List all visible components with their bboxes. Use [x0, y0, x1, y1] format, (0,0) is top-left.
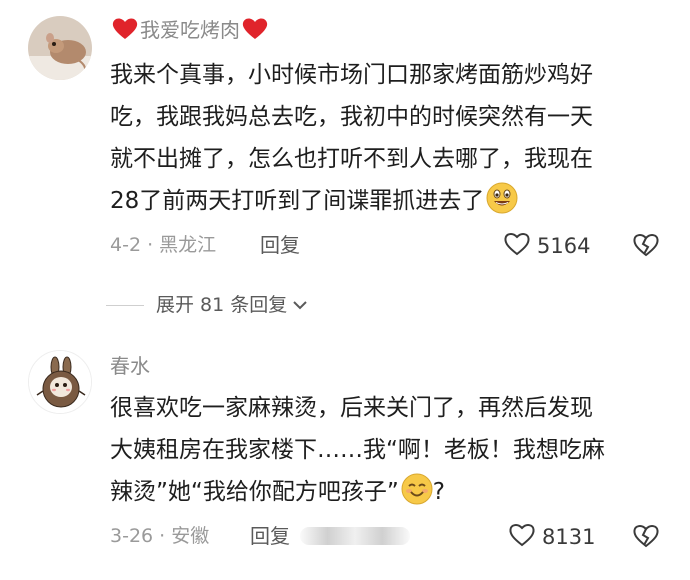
- content-line-last: 28了前两天打听到了间谍罪抓进去了: [110, 180, 593, 222]
- avatar-1[interactable]: [28, 16, 92, 80]
- like-count-2: 8131: [542, 525, 596, 549]
- chevron-down-icon: [291, 298, 309, 312]
- dislike-button-2[interactable]: [632, 523, 660, 553]
- comment-meta-2: 3-26 · 安徽: [110, 525, 210, 547]
- avatar-2[interactable]: [28, 350, 92, 414]
- heart-outline-icon: [508, 522, 536, 552]
- expand-replies-button[interactable]: 展开 81 条回复: [106, 292, 309, 318]
- dislike-button-1[interactable]: [632, 232, 660, 262]
- like-button-2[interactable]: 8131: [508, 522, 595, 552]
- expand-replies-label: 展开 81 条回复: [156, 294, 288, 316]
- username-1[interactable]: 我爱吃烤肉: [110, 16, 270, 48]
- reply-button-1[interactable]: 回复: [260, 232, 300, 258]
- username-2[interactable]: 春水: [110, 352, 150, 380]
- comment-content-1: 我来个真事，小时候市场门口那家烤面筋炒鸡好 吃，我跟我妈总去吃，我初中的时候突然…: [110, 54, 593, 222]
- watermark: [300, 527, 410, 545]
- comment-meta-1: 4-2 · 黑龙江: [110, 234, 217, 256]
- comment-content-2: 很喜欢吃一家麻辣烫，后来关门了，再然后发现 大姨租房在我家楼下……我“啊！老板！…: [110, 387, 605, 513]
- smiling-face-icon: [401, 473, 433, 519]
- content-line: 我来个真事，小时候市场门口那家烤面筋炒鸡好: [110, 62, 593, 88]
- like-button-1[interactable]: 5164: [503, 231, 590, 261]
- grinning-face-icon: [486, 182, 518, 228]
- username-text-1: 我爱吃烤肉: [140, 18, 240, 42]
- like-count-1: 5164: [537, 234, 591, 258]
- broken-heart-icon: [632, 525, 660, 553]
- content-line: 吃，我跟我妈总去吃，我初中的时候突然有一天: [110, 104, 593, 130]
- red-heart-icon: [242, 17, 268, 48]
- content-line-last: 辣烫”她“我给你配方吧孩子” ?: [110, 471, 605, 513]
- broken-heart-icon: [632, 234, 660, 262]
- divider-line: [106, 304, 144, 306]
- content-line: 很喜欢吃一家麻辣烫，后来关门了，再然后发现: [110, 395, 593, 421]
- red-heart-icon: [112, 17, 138, 48]
- content-line: 就不出摊了，怎么也打听不到人去哪了，我现在: [110, 146, 593, 172]
- heart-outline-icon: [503, 231, 531, 261]
- content-line-tail: ?: [432, 479, 445, 505]
- content-line-text: 辣烫”她“我给你配方吧孩子”: [110, 479, 399, 505]
- content-line-text: 28了前两天打听到了间谍罪抓进去了: [110, 188, 485, 214]
- content-line: 大姨租房在我家楼下……我“啊！老板！我想吃麻: [110, 437, 605, 463]
- reply-button-2[interactable]: 回复: [250, 523, 290, 549]
